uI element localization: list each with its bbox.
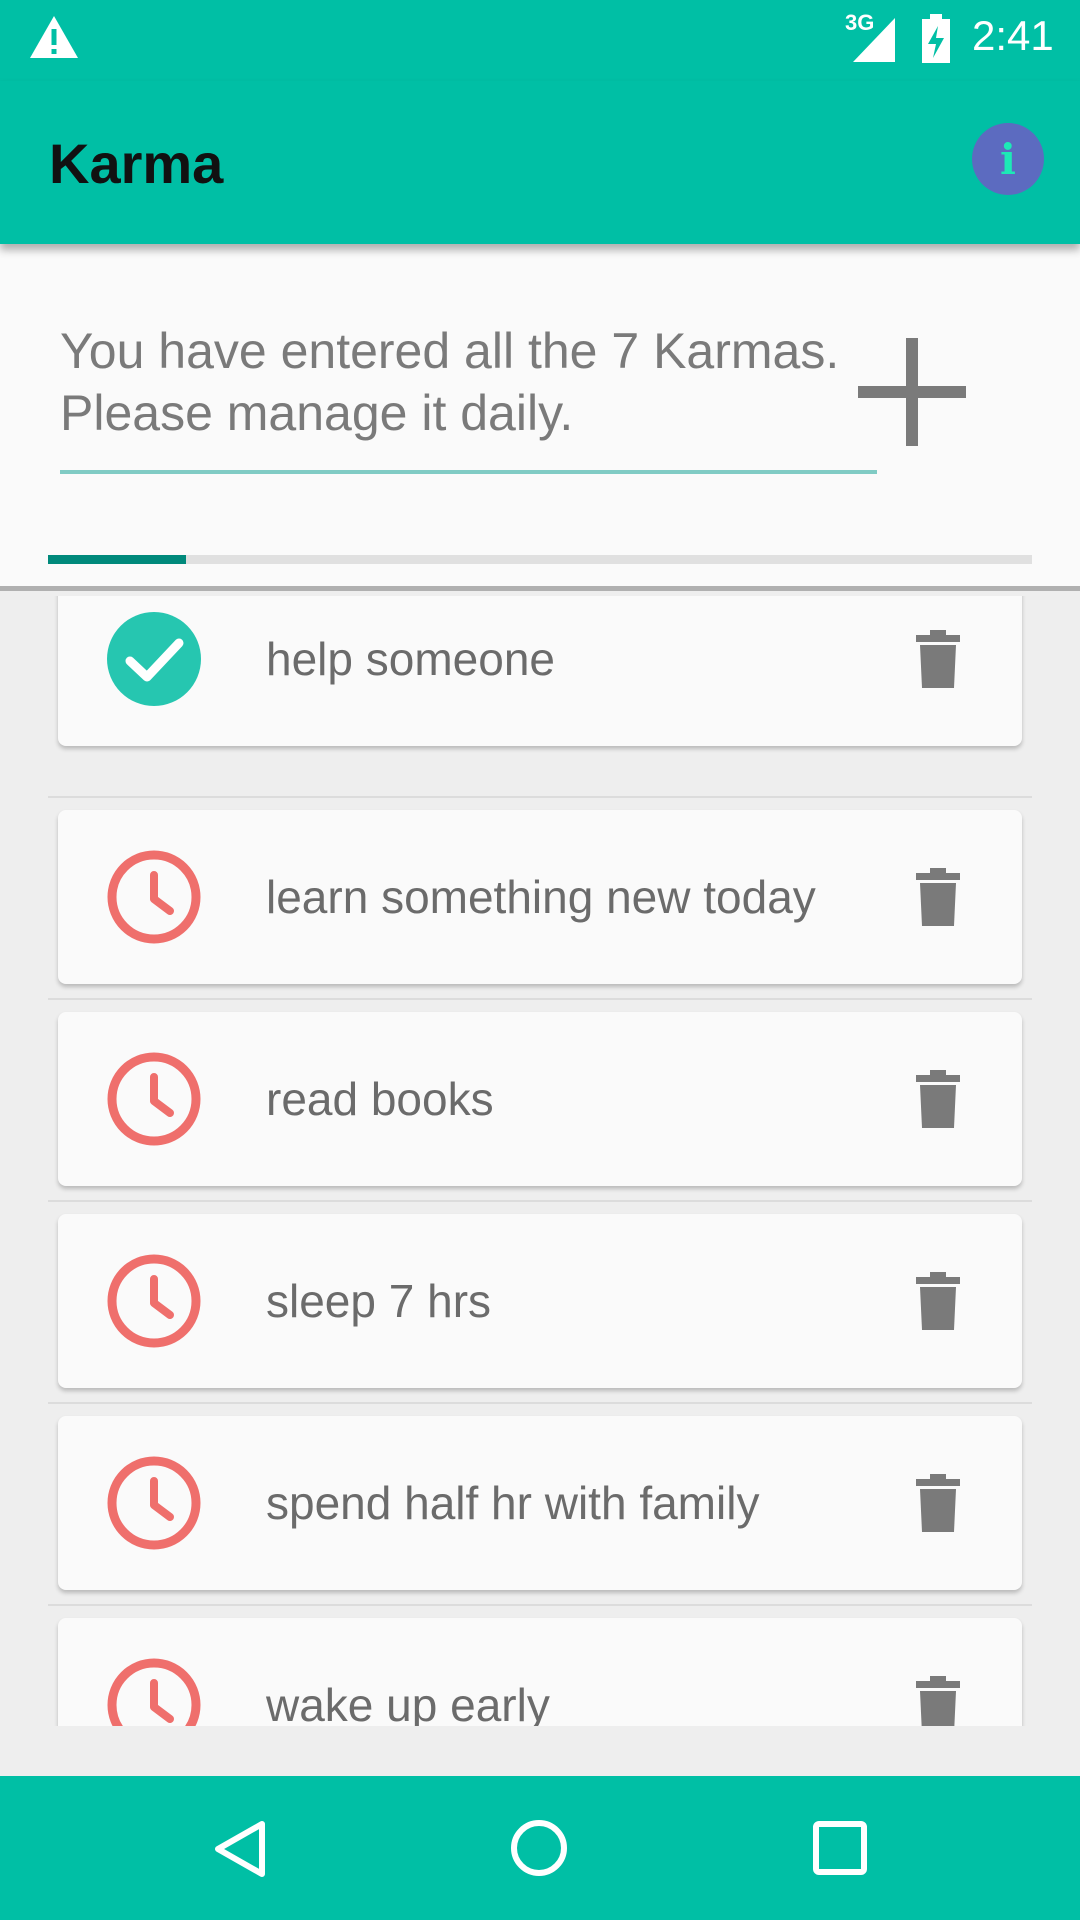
plus-icon (858, 338, 966, 446)
trash-icon[interactable] (916, 1070, 960, 1128)
karma-list: help someone learn something new today r… (0, 596, 1080, 1726)
karma-label: read books (266, 1073, 494, 1125)
trash-icon[interactable] (916, 1474, 960, 1532)
clock-icon[interactable] (106, 1657, 202, 1726)
recents-icon[interactable] (812, 1820, 868, 1876)
karma-card[interactable]: sleep 7 hrs (58, 1214, 1022, 1388)
home-icon[interactable] (510, 1819, 568, 1877)
karma-card[interactable]: read books (58, 1012, 1022, 1186)
trash-icon[interactable] (916, 868, 960, 926)
add-karma-button[interactable] (850, 330, 974, 454)
karma-card[interactable]: learn something new today (58, 810, 1022, 984)
daily-progress-bar (48, 555, 1032, 564)
progress-fill (48, 555, 186, 564)
karma-label: wake up early (266, 1679, 550, 1726)
info-button[interactable]: i (972, 123, 1044, 195)
check-circle-icon[interactable] (106, 611, 202, 707)
status-time: 2:41 (972, 12, 1054, 59)
trash-icon[interactable] (916, 1272, 960, 1330)
navigation-bar (0, 1776, 1080, 1920)
clock-icon[interactable] (106, 1253, 202, 1349)
karma-list-item: wake up early (48, 1606, 1032, 1726)
karma-card[interactable]: wake up early (58, 1618, 1022, 1726)
karma-label: spend half hr with family (266, 1477, 760, 1529)
karma-list-item: help someone (48, 596, 1032, 798)
karma-label: learn something new today (266, 871, 816, 923)
karma-list-item: spend half hr with family (48, 1404, 1032, 1606)
battery-charging-icon (922, 14, 950, 63)
app-bar: Karma i (0, 81, 1080, 244)
karma-input[interactable]: You have entered all the 7 Karmas. Pleas… (60, 320, 877, 444)
karma-list-item: sleep 7 hrs (48, 1202, 1032, 1404)
karma-label: sleep 7 hrs (266, 1275, 492, 1327)
input-underline (60, 470, 877, 474)
clock-icon[interactable] (106, 849, 202, 945)
info-icon: i (1000, 134, 1016, 184)
clock-icon[interactable] (106, 1051, 202, 1147)
karma-label: help someone (266, 633, 555, 685)
status-bar: 3G 2:41 (0, 0, 1080, 81)
warning-icon (30, 16, 78, 58)
trash-icon[interactable] (916, 630, 960, 688)
karma-list-item: learn something new today (48, 798, 1032, 1000)
back-icon[interactable] (212, 1820, 268, 1878)
signal-icon (853, 18, 895, 62)
clock-icon[interactable] (106, 1455, 202, 1551)
karma-card[interactable]: spend half hr with family (58, 1416, 1022, 1590)
app-title: Karma (49, 132, 224, 195)
karma-list-item: read books (48, 1000, 1032, 1202)
trash-icon[interactable] (916, 1676, 960, 1726)
karma-card[interactable]: help someone (58, 596, 1022, 746)
